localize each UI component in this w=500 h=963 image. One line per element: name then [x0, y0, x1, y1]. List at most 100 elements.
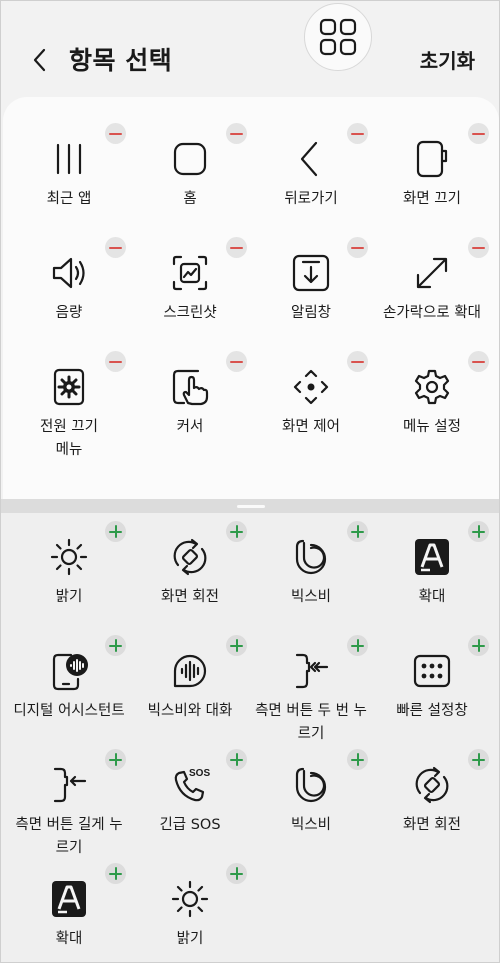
available-item-quick-settings[interactable]: 빠른 설정창	[372, 635, 492, 761]
screenshot-icon	[170, 253, 210, 293]
assistant-icon	[49, 651, 89, 691]
available-item-rotate-screen-2[interactable]: 화면 회전	[372, 749, 492, 875]
item-label: 빠른 설정창	[396, 703, 468, 719]
add-badge[interactable]	[468, 635, 489, 656]
back-button[interactable]	[29, 45, 51, 75]
selected-item-pinch-zoom[interactable]: 손가락으로 확대	[372, 237, 492, 363]
add-badge[interactable]	[347, 521, 368, 542]
back-arrow-icon	[291, 139, 331, 179]
volume-icon	[49, 253, 89, 293]
item-label: 빅스비	[290, 817, 332, 833]
item-label: 홈	[183, 191, 197, 207]
reset-button[interactable]: 초기화	[420, 45, 475, 74]
item-label: 알림창	[290, 305, 332, 321]
remove-badge[interactable]	[347, 123, 368, 144]
available-item-bixby[interactable]: 빅스비	[251, 521, 371, 647]
add-badge[interactable]	[105, 863, 126, 884]
item-label: 밝기	[176, 931, 204, 947]
brightness-icon	[49, 537, 89, 577]
selected-item-home[interactable]: 홈	[130, 123, 250, 249]
selected-item-screen-control[interactable]: 화면 제어	[251, 351, 371, 477]
add-badge[interactable]	[226, 749, 247, 770]
bixby-voice-icon	[170, 651, 210, 691]
home-icon	[170, 139, 210, 179]
available-item-magnify[interactable]: 확대	[372, 521, 492, 647]
item-label: 밝기	[55, 589, 83, 605]
item-label: 메뉴 설정	[403, 419, 461, 435]
item-label: 확대	[55, 931, 83, 947]
selected-item-screen-off[interactable]: 화면 끄기	[372, 123, 492, 249]
available-item-rotate-screen[interactable]: 화면 회전	[130, 521, 250, 647]
add-badge[interactable]	[226, 863, 247, 884]
item-label: 음량	[55, 305, 83, 321]
available-item-digital-assistant[interactable]: 디지털 어시스턴트	[9, 635, 129, 761]
item-label: 뒤로가기	[284, 191, 338, 207]
item-label: 빅스비	[290, 589, 332, 605]
item-label: 화면 끄기	[403, 191, 461, 207]
four-squares-icon	[319, 18, 357, 56]
drag-handle[interactable]	[237, 505, 265, 508]
chevron-left-icon	[33, 48, 46, 72]
available-item-brightness-2[interactable]: 밝기	[130, 863, 250, 962]
available-item-side-long-press[interactable]: 측면 버튼 길게 누르기	[9, 749, 129, 875]
item-label: 화면 회전	[161, 589, 219, 605]
magnify-icon	[412, 537, 452, 577]
available-item-side-double-press[interactable]: 측면 버튼 두 번 누르기	[251, 635, 371, 761]
side-button-icon	[291, 651, 331, 691]
power-menu-icon	[49, 367, 89, 407]
selected-item-menu-settings[interactable]: 메뉴 설정	[372, 351, 492, 477]
remove-badge[interactable]	[105, 123, 126, 144]
selected-item-volume[interactable]: 음량	[9, 237, 129, 363]
selected-item-notification-panel[interactable]: 알림창	[251, 237, 371, 363]
sos-text: SOS	[189, 768, 210, 779]
remove-badge[interactable]	[347, 351, 368, 372]
add-badge[interactable]	[105, 749, 126, 770]
selected-item-screenshot[interactable]: 스크린샷	[130, 237, 250, 363]
selected-item-back[interactable]: 뒤로가기	[251, 123, 371, 249]
available-item-brightness[interactable]: 밝기	[9, 521, 129, 647]
available-item-magnify-2[interactable]: 확대	[9, 863, 129, 962]
available-item-bixby-2[interactable]: 빅스비	[251, 749, 371, 875]
selected-item-cursor[interactable]: 커서	[130, 351, 250, 477]
remove-badge[interactable]	[468, 351, 489, 372]
add-badge[interactable]	[468, 749, 489, 770]
add-badge[interactable]	[105, 635, 126, 656]
remove-badge[interactable]	[226, 237, 247, 258]
item-label: 전원 끄기 메뉴	[40, 419, 98, 458]
floating-menu-button[interactable]	[304, 3, 372, 71]
available-item-emergency-sos[interactable]: SOS 긴급 SOS	[130, 749, 250, 875]
add-badge[interactable]	[226, 635, 247, 656]
quick-settings-icon	[412, 651, 452, 691]
item-label: 손가락으로 확대	[383, 305, 481, 321]
item-label: 확대	[418, 589, 446, 605]
add-badge[interactable]	[468, 521, 489, 542]
remove-badge[interactable]	[105, 237, 126, 258]
remove-badge[interactable]	[468, 123, 489, 144]
item-label: 화면 제어	[282, 419, 340, 435]
remove-badge[interactable]	[226, 351, 247, 372]
magnify-icon	[49, 879, 89, 919]
add-badge[interactable]	[226, 521, 247, 542]
item-label: 커서	[176, 419, 204, 435]
brightness-icon	[170, 879, 210, 919]
remove-badge[interactable]	[226, 123, 247, 144]
bixby-icon	[291, 765, 331, 805]
item-label: 스크린샷	[163, 305, 217, 321]
add-badge[interactable]	[105, 521, 126, 542]
item-label: 빅스비와 대화	[147, 703, 233, 719]
selected-item-recent-apps[interactable]: 최근 앱	[9, 123, 129, 249]
add-badge[interactable]	[347, 749, 368, 770]
gear-icon	[412, 367, 452, 407]
item-label: 긴급 SOS	[159, 817, 221, 833]
recent-apps-icon	[49, 139, 89, 179]
screen: 항목 선택 초기화 최근 앱 홈 뒤로가기 화면 끄기 음량 스크린샷 알림창 …	[0, 0, 500, 963]
remove-badge[interactable]	[105, 351, 126, 372]
remove-badge[interactable]	[468, 237, 489, 258]
item-label: 화면 회전	[403, 817, 461, 833]
rotate-icon	[170, 537, 210, 577]
available-item-bixby-chat[interactable]: 빅스비와 대화	[130, 635, 250, 761]
remove-badge[interactable]	[347, 237, 368, 258]
screen-off-icon	[412, 139, 452, 179]
selected-item-power-off-menu[interactable]: 전원 끄기 메뉴	[9, 351, 129, 477]
add-badge[interactable]	[347, 635, 368, 656]
